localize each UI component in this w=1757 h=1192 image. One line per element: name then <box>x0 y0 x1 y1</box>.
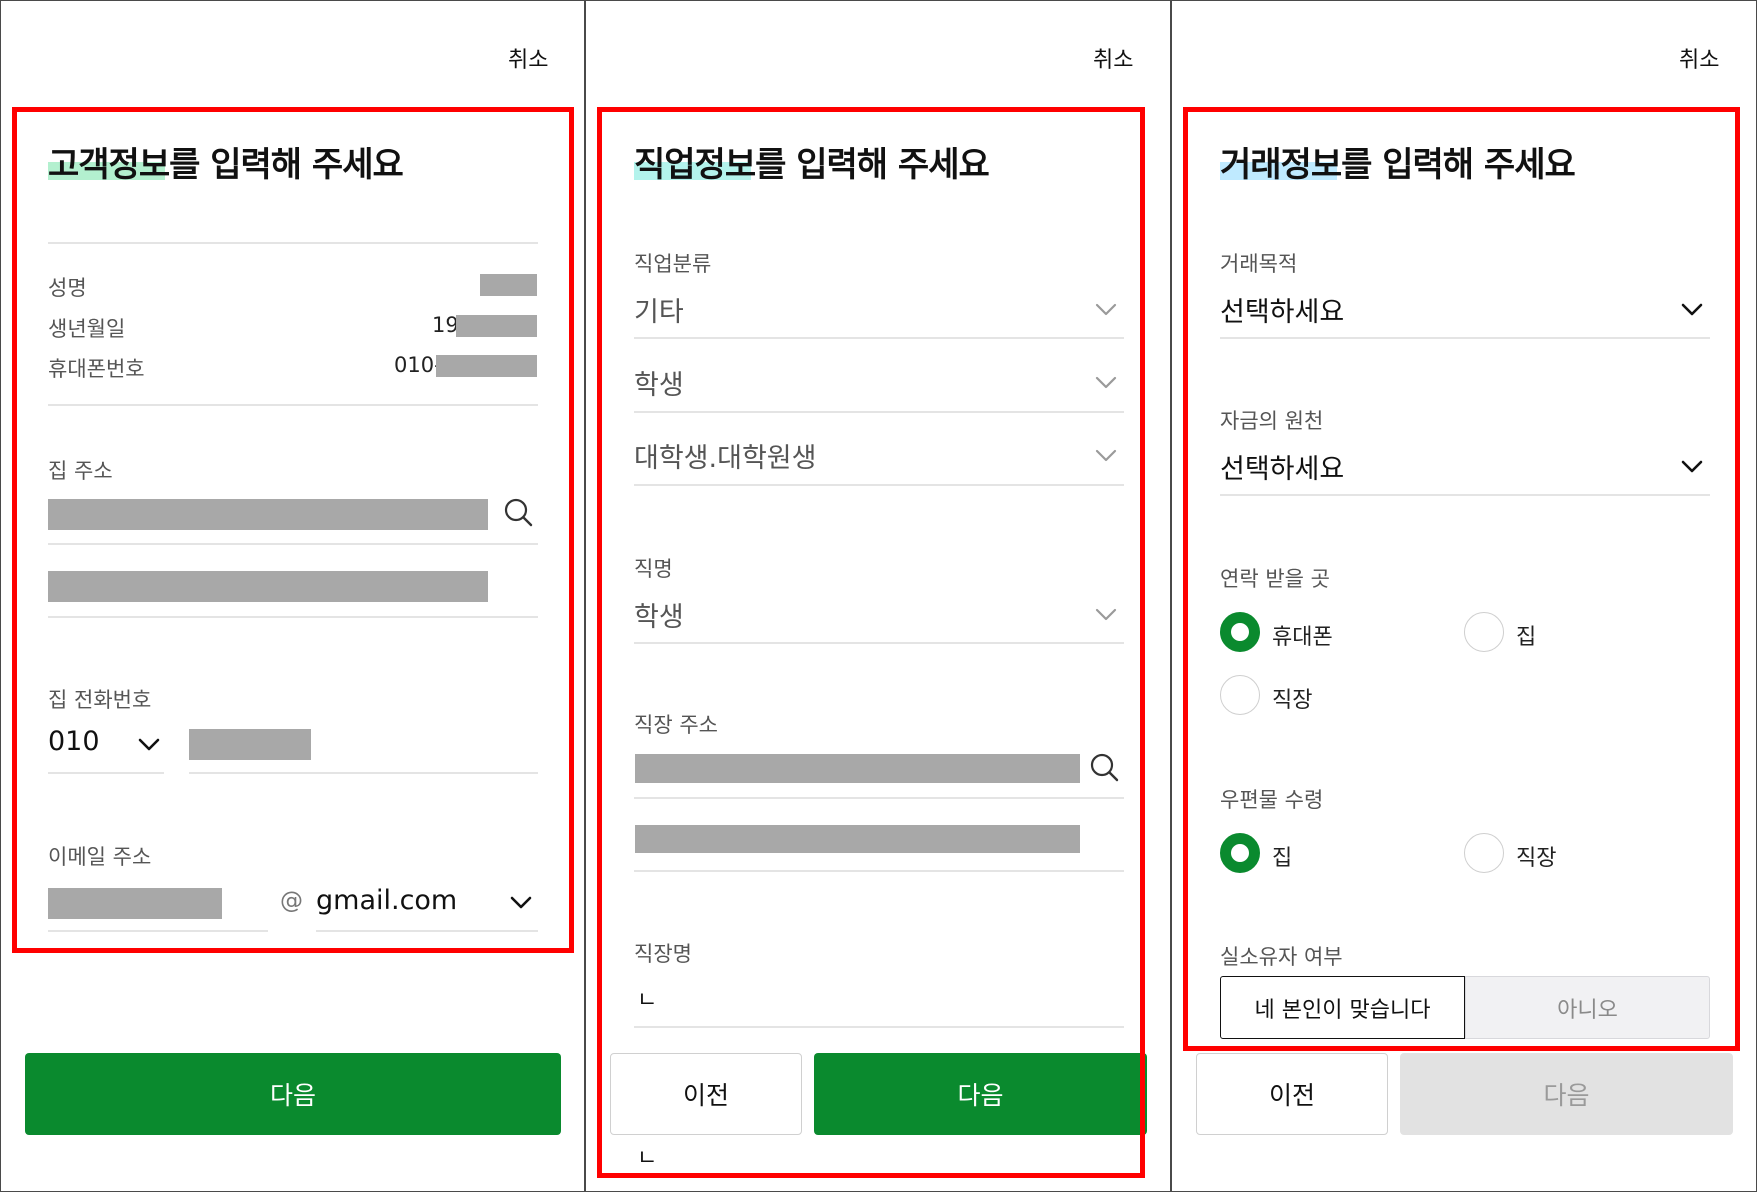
highlight-box <box>12 107 574 953</box>
panel-customer-info: 취소 고객정보를 입력해 주세요 성명 생년월일 19 휴대폰번호 010- 집… <box>0 0 585 1192</box>
next-button[interactable]: 다음 <box>25 1053 561 1135</box>
prev-button[interactable]: 이전 <box>1196 1053 1388 1135</box>
page-title: 직업정보를 입력해 주세요 <box>634 145 990 185</box>
page-title: 거래정보를 입력해 주세요 <box>1220 145 1576 185</box>
page-title: 고객정보를 입력해 주세요 <box>48 145 404 185</box>
highlight-box <box>1183 107 1740 1051</box>
panel-job-info: 취소 직업정보를 입력해 주세요 직업분류 기타 학생 대학생.대학원생 직명 … <box>585 0 1171 1192</box>
panel-transaction-info: 취소 거래정보를 입력해 주세요 거래목적 선택하세요 자금의 원천 선택하세요… <box>1171 0 1757 1192</box>
next-button[interactable]: 다음 <box>1400 1053 1733 1135</box>
cancel-button[interactable]: 취소 <box>1093 42 1133 74</box>
cancel-button[interactable]: 취소 <box>508 42 548 74</box>
cancel-button[interactable]: 취소 <box>1679 42 1719 74</box>
highlight-box <box>597 107 1145 1178</box>
